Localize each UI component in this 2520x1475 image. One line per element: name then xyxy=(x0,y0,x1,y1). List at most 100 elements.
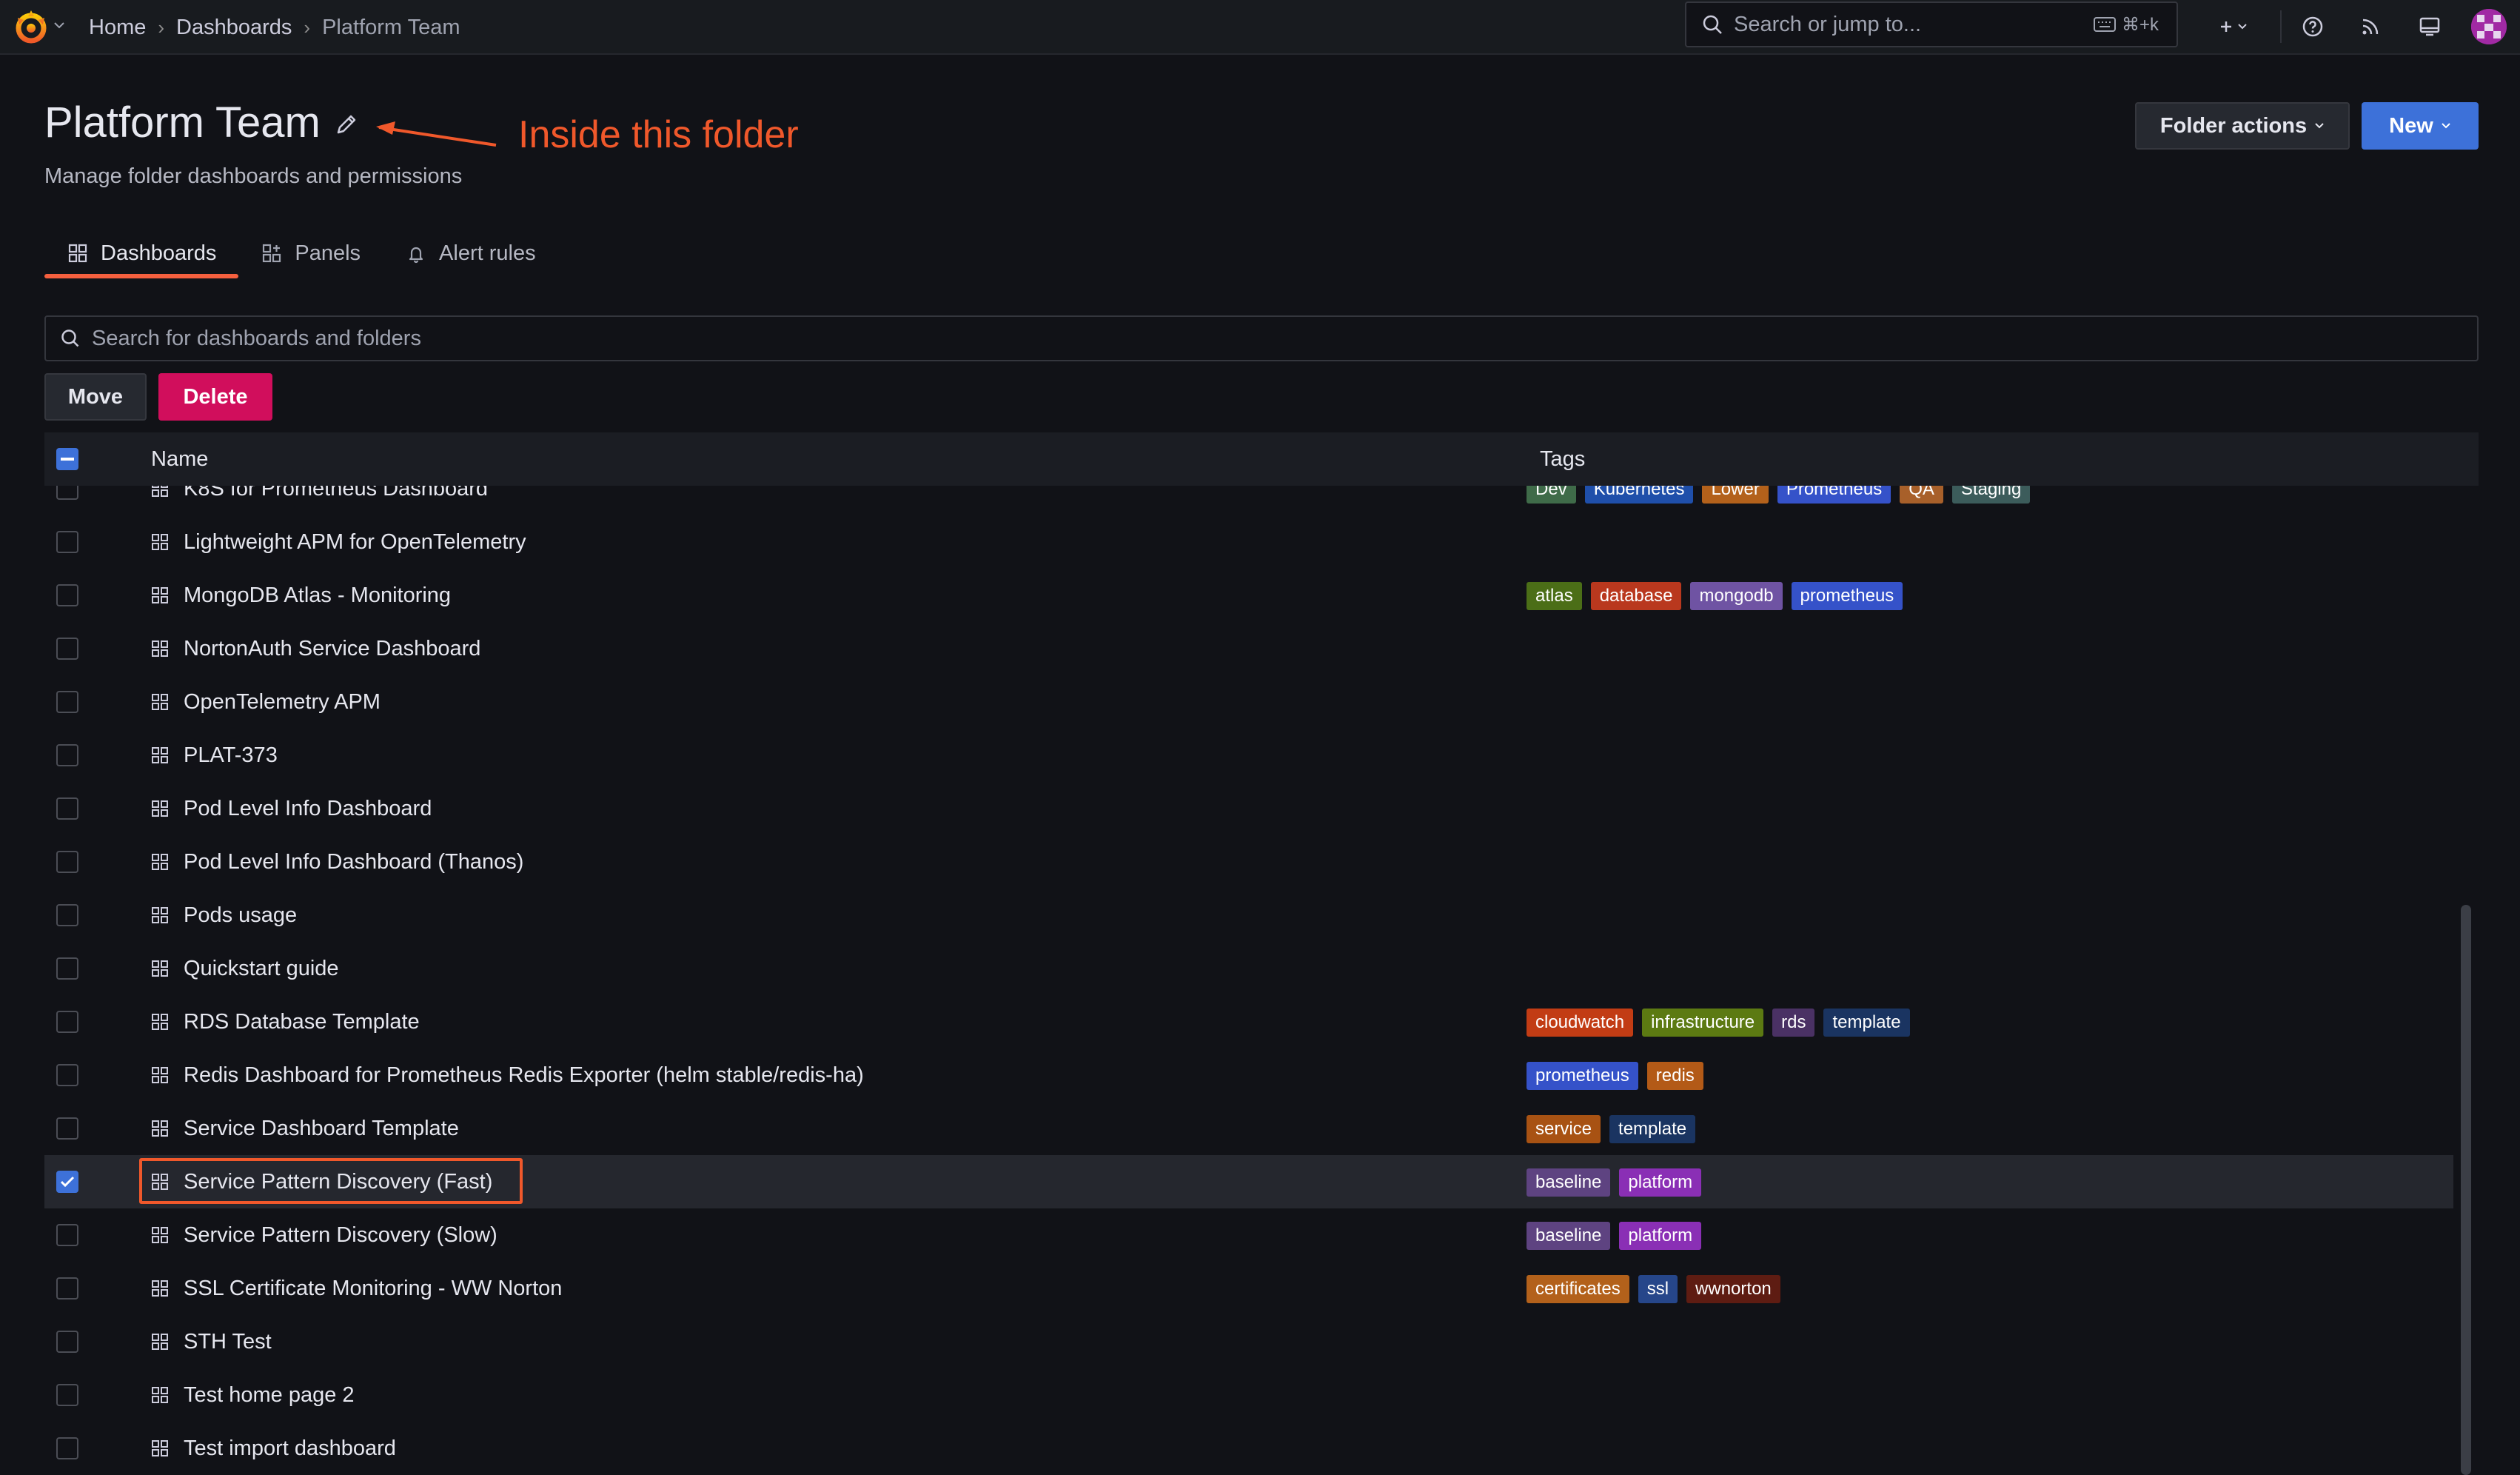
table-row[interactable]: NortonAuth Service Dashboard xyxy=(44,622,2453,675)
table-row[interactable]: Redis Dashboard for Prometheus Redis Exp… xyxy=(44,1048,2453,1102)
table-row[interactable]: Pods usage xyxy=(44,889,2453,942)
kiosk-monitor-icon[interactable] xyxy=(2415,12,2444,41)
row-checkbox[interactable] xyxy=(56,486,78,500)
tag-badge[interactable]: ssl xyxy=(1638,1275,1678,1303)
table-row[interactable]: Quickstart guide xyxy=(44,942,2453,995)
row-checkbox[interactable] xyxy=(56,1437,78,1459)
grafana-logo-icon[interactable] xyxy=(12,7,50,46)
table-row[interactable]: Service Pattern Discovery (Slow) baseline… xyxy=(44,1208,2453,1262)
move-button[interactable]: Move xyxy=(44,373,147,421)
table-row[interactable]: Test home page 2 xyxy=(44,1368,2453,1422)
table-row[interactable]: Lightweight APM for OpenTelemetry xyxy=(44,515,2453,569)
chevron-down-icon[interactable] xyxy=(2233,12,2262,41)
row-checkbox[interactable] xyxy=(56,584,78,606)
dashboard-name-link[interactable]: Quickstart guide xyxy=(184,942,339,995)
tag-badge[interactable]: cloudwatch xyxy=(1527,1009,1634,1037)
dashboard-name-link[interactable]: K8S for Prometheus Dashboard xyxy=(184,486,488,515)
tag-badge[interactable]: wwnorton xyxy=(1686,1275,1780,1303)
tag-badge[interactable]: Dev xyxy=(1527,486,1576,504)
row-checkbox[interactable] xyxy=(56,531,78,553)
tag-badge[interactable]: database xyxy=(1590,582,1682,610)
dashboard-search-input[interactable]: Search for dashboards and folders xyxy=(44,315,2479,361)
tag-badge[interactable]: template xyxy=(1609,1115,1696,1143)
row-checkbox[interactable] xyxy=(56,638,78,660)
dashboard-name-link[interactable]: Redis Dashboard for Prometheus Redis Exp… xyxy=(184,1048,864,1102)
dashboard-name-link[interactable]: Pods usage xyxy=(184,889,297,942)
table-row[interactable]: Pod Level Info Dashboard xyxy=(44,782,2453,835)
dashboard-name-link[interactable]: Lightweight APM for OpenTelemetry xyxy=(184,515,526,569)
chevron-down-icon[interactable] xyxy=(52,18,67,33)
user-avatar[interactable] xyxy=(2471,9,2507,44)
new-button[interactable]: New xyxy=(2362,102,2479,150)
table-row[interactable]: Service Pattern Discovery (Fast) baseline… xyxy=(44,1155,2453,1208)
dashboard-name-link[interactable]: PLAT-373 xyxy=(184,729,278,782)
row-checkbox[interactable] xyxy=(56,1117,78,1140)
row-checkbox[interactable] xyxy=(56,797,78,820)
tab-alert-rules[interactable]: Alert rules xyxy=(383,230,558,277)
dashboard-name-link[interactable]: Service Pattern Discovery (Slow) xyxy=(184,1208,497,1262)
table-row[interactable]: MongoDB Atlas - Monitoring atlas database m… xyxy=(44,569,2453,622)
table-row[interactable]: OpenTelemetry APM xyxy=(44,675,2453,729)
tag-badge[interactable]: redis xyxy=(1646,1062,1703,1090)
row-checkbox[interactable] xyxy=(56,904,78,926)
news-rss-icon[interactable] xyxy=(2356,12,2385,41)
row-checkbox[interactable] xyxy=(56,1384,78,1406)
tag-badge[interactable]: rds xyxy=(1772,1009,1815,1037)
delete-button[interactable]: Delete xyxy=(158,373,272,421)
breadcrumb-dashboards[interactable]: Dashboards xyxy=(176,16,292,40)
dashboard-name-link[interactable]: SSL Certificate Monitoring - WW Norton xyxy=(184,1262,562,1315)
table-row[interactable]: SSL Certificate Monitoring - WW Norton ce… xyxy=(44,1262,2453,1315)
row-checkbox[interactable] xyxy=(56,1277,78,1300)
tag-badge[interactable]: infrastructure xyxy=(1642,1009,1764,1037)
tag-badge[interactable]: template xyxy=(1823,1009,1910,1037)
tab-panels[interactable]: Panels xyxy=(238,230,383,277)
table-row[interactable]: RDS Database Template cloudwatch infrastru… xyxy=(44,995,2453,1048)
dashboard-name-link[interactable]: Test home page 2 xyxy=(184,1368,355,1422)
scrollbar-thumb[interactable] xyxy=(2461,905,2471,1475)
dashboard-name-link[interactable]: STH Test xyxy=(184,1315,272,1368)
row-checkbox[interactable] xyxy=(56,1064,78,1086)
table-row[interactable]: Service Dashboard Template service templat… xyxy=(44,1102,2453,1155)
tag-badge[interactable]: Prometheus xyxy=(1777,486,1891,504)
tag-badge[interactable]: atlas xyxy=(1527,582,1582,610)
row-checkbox[interactable] xyxy=(56,1224,78,1246)
dashboard-name-link[interactable]: Test import dashboard xyxy=(184,1422,396,1475)
dashboard-name-link[interactable]: MongoDB Atlas - Monitoring xyxy=(184,569,451,622)
global-search-input[interactable]: Search or jump to... ⌘+k xyxy=(1685,1,2178,47)
table-row[interactable]: PLAT-373 xyxy=(44,729,2453,782)
tag-badge[interactable]: baseline xyxy=(1527,1222,1611,1250)
row-checkbox[interactable] xyxy=(56,691,78,713)
folder-actions-button[interactable]: Folder actions xyxy=(2135,102,2350,150)
tag-badge[interactable]: platform xyxy=(1619,1168,1702,1197)
tag-badge[interactable]: mongodb xyxy=(1690,582,1783,610)
help-icon[interactable] xyxy=(2298,12,2328,41)
row-checkbox[interactable] xyxy=(56,744,78,766)
tag-badge[interactable]: baseline xyxy=(1527,1168,1611,1197)
dashboard-name-link[interactable]: OpenTelemetry APM xyxy=(184,675,381,729)
tag-badge[interactable]: Kubernetes xyxy=(1584,486,1694,504)
edit-pencil-icon[interactable] xyxy=(332,110,361,139)
dashboard-name-link[interactable]: Service Dashboard Template xyxy=(184,1102,459,1155)
table-row[interactable]: STH Test xyxy=(44,1315,2453,1368)
tab-dashboards[interactable]: Dashboards xyxy=(44,230,239,278)
row-checkbox[interactable] xyxy=(56,957,78,980)
select-all-checkbox[interactable] xyxy=(56,448,78,470)
tag-badge[interactable]: platform xyxy=(1619,1222,1702,1250)
row-checkbox[interactable] xyxy=(56,1331,78,1353)
tag-badge[interactable]: prometheus xyxy=(1527,1062,1638,1090)
table-row[interactable]: K8S for Prometheus Dashboard Dev Kubernete… xyxy=(44,486,2453,515)
dashboard-name-link[interactable]: Pod Level Info Dashboard (Thanos) xyxy=(184,835,523,889)
row-checkbox[interactable] xyxy=(56,1171,78,1193)
tag-badge[interactable]: Lower xyxy=(1702,486,1769,504)
dashboard-name-link[interactable]: RDS Database Template xyxy=(184,995,420,1048)
breadcrumb-home[interactable]: Home xyxy=(89,16,146,40)
tag-badge[interactable]: Staging xyxy=(1951,486,2031,504)
tag-badge[interactable]: QA xyxy=(1900,486,1943,504)
table-row[interactable]: Test import dashboard xyxy=(44,1422,2453,1475)
row-checkbox[interactable] xyxy=(56,1011,78,1033)
tag-badge[interactable]: certificates xyxy=(1527,1275,1629,1303)
table-row[interactable]: Pod Level Info Dashboard (Thanos) xyxy=(44,835,2453,889)
row-checkbox[interactable] xyxy=(56,851,78,873)
column-header-name[interactable]: Name xyxy=(151,447,208,472)
dashboard-name-link[interactable]: NortonAuth Service Dashboard xyxy=(184,622,480,675)
